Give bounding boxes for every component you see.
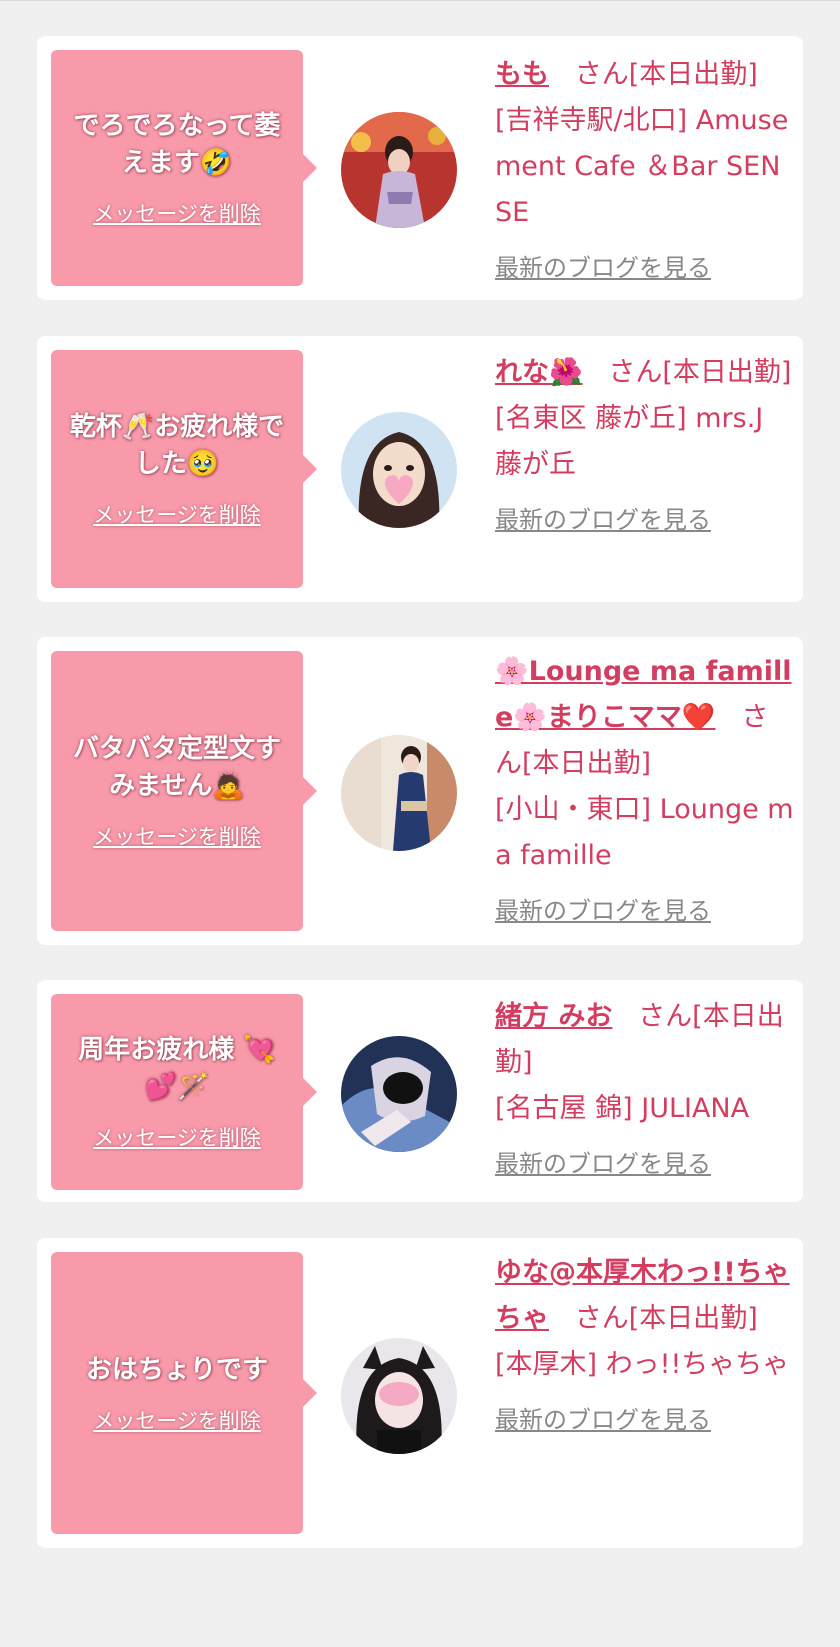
message-card: おはちょりです メッセージを削除 ゆな@本厚木わっ!!ちゃちゃ さん[本日出勤]… bbox=[37, 1238, 803, 1548]
message-card: でろでろなって萎えます🤣 メッセージを削除 もも さん[本日出勤] [吉祥寺駅/… bbox=[37, 36, 803, 300]
message-bubble: おはちょりです メッセージを削除 bbox=[51, 1252, 317, 1534]
cast-info: れな🌺 さん[本日出勤] [名東区 藤が丘] mrs.J 藤が丘 最新のブログを… bbox=[495, 350, 795, 543]
message-text: 周年お疲れ様 💘💕🪄 bbox=[78, 1035, 276, 1102]
message-bubble: 周年お疲れ様 💘💕🪄 メッセージを削除 bbox=[51, 994, 317, 1190]
cast-info: 🌸Lounge ma famille🌸まりこママ❤️ さん[本日出勤] [小山・… bbox=[495, 649, 795, 934]
cast-status: さん[本日出勤] bbox=[608, 357, 792, 388]
shop-info: [本厚木] わっ!!ちゃちゃ bbox=[495, 1349, 790, 1380]
message-bubble: でろでろなって萎えます🤣 メッセージを削除 bbox=[51, 50, 317, 286]
message-text: 乾杯🥂お疲れ様でした🥹 bbox=[69, 412, 285, 479]
cast-info: ゆな@本厚木わっ!!ちゃちゃ さん[本日出勤] [本厚木] わっ!!ちゃちゃ 最… bbox=[495, 1250, 795, 1443]
delete-message-link[interactable]: メッセージを削除 bbox=[93, 198, 261, 228]
message-card: 周年お疲れ様 💘💕🪄 メッセージを削除 緒方 みお さん[本日出勤] [名古屋 … bbox=[37, 980, 803, 1202]
message-card: 乾杯🥂お疲れ様でした🥹 メッセージを削除 れな🌺 さん[本日出勤] [名東区 藤… bbox=[37, 336, 803, 602]
delete-message-link[interactable]: メッセージを削除 bbox=[93, 499, 261, 529]
message-text: おはちょりです bbox=[85, 1354, 268, 1385]
delete-message-link[interactable]: メッセージを削除 bbox=[93, 1122, 261, 1152]
avatar[interactable] bbox=[341, 735, 457, 851]
avatar[interactable] bbox=[341, 112, 457, 228]
message-text: でろでろなって萎えます🤣 bbox=[73, 111, 281, 178]
shop-info: [名古屋 錦] JULIANA bbox=[495, 1093, 750, 1124]
cast-info: 緒方 みお さん[本日出勤] [名古屋 錦] JULIANA 最新のブログを見る bbox=[495, 994, 795, 1187]
avatar[interactable] bbox=[341, 412, 457, 528]
avatar[interactable] bbox=[341, 1338, 457, 1454]
message-text: バタバタ定型文すみません🙇 bbox=[72, 734, 281, 801]
shop-info: [小山・東口] Lounge ma famille bbox=[495, 794, 794, 871]
message-bubble: バタバタ定型文すみません🙇 メッセージを削除 bbox=[51, 651, 317, 931]
delete-message-link[interactable]: メッセージを削除 bbox=[93, 1405, 261, 1435]
cast-status: さん[本日出勤] bbox=[574, 1303, 758, 1334]
shop-info: [名東区 藤が丘] mrs.J 藤が丘 bbox=[495, 403, 764, 480]
cast-name-link[interactable]: れな🌺 bbox=[495, 357, 583, 388]
cast-status: さん[本日出勤] bbox=[574, 59, 758, 90]
latest-blog-link[interactable]: 最新のブログを見る bbox=[495, 1402, 711, 1438]
message-card: バタバタ定型文すみません🙇 メッセージを削除 🌸Lounge ma famill… bbox=[37, 637, 803, 945]
latest-blog-link[interactable]: 最新のブログを見る bbox=[495, 1146, 711, 1182]
cast-name-link[interactable]: もも bbox=[495, 59, 549, 90]
latest-blog-link[interactable]: 最新のブログを見る bbox=[495, 250, 711, 286]
message-bubble: 乾杯🥂お疲れ様でした🥹 メッセージを削除 bbox=[51, 350, 317, 588]
latest-blog-link[interactable]: 最新のブログを見る bbox=[495, 893, 711, 929]
avatar[interactable] bbox=[341, 1036, 457, 1152]
cast-info: もも さん[本日出勤] [吉祥寺駅/北口] Amusement Cafe ＆Ba… bbox=[495, 52, 795, 291]
cast-name-link[interactable]: 緒方 みお bbox=[495, 1001, 612, 1032]
shop-info: [吉祥寺駅/北口] Amusement Cafe ＆Bar SENSE bbox=[495, 105, 789, 228]
delete-message-link[interactable]: メッセージを削除 bbox=[93, 821, 261, 851]
latest-blog-link[interactable]: 最新のブログを見る bbox=[495, 502, 711, 538]
